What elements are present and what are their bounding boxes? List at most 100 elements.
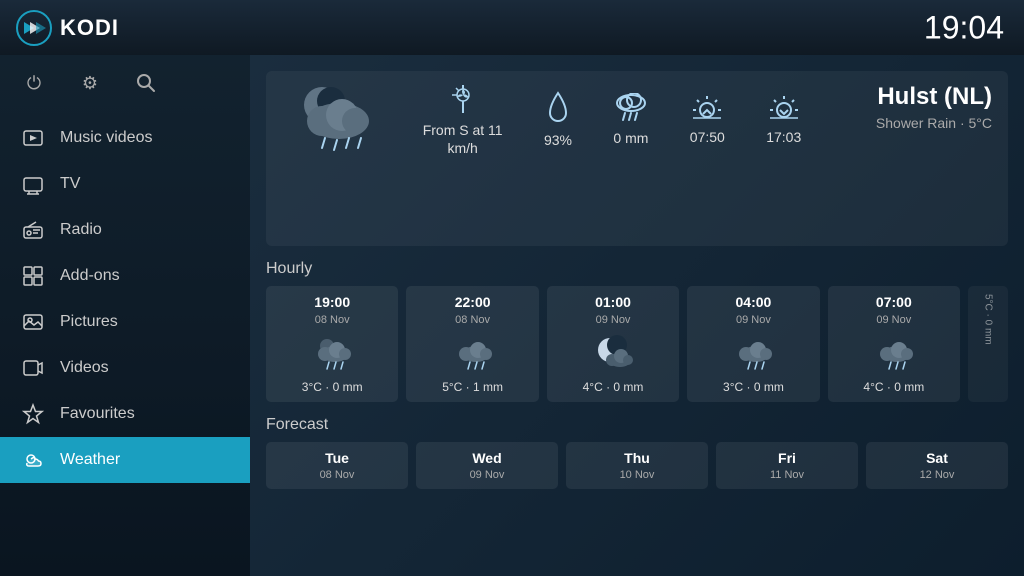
addons-icon: [20, 263, 46, 289]
addons-label: Add-ons: [60, 267, 120, 285]
sidebar-item-pictures[interactable]: Pictures: [0, 299, 250, 345]
hourly-temp-3: 3°C · 0 mm: [723, 380, 784, 394]
humidity-stat: 93%: [544, 91, 572, 149]
favourites-label: Favourites: [60, 405, 135, 423]
settings-button[interactable]: ⚙: [76, 69, 104, 97]
weather-label: Weather: [60, 451, 120, 469]
tv-label: TV: [60, 175, 80, 193]
wind-stat: From S at 11km/h: [423, 83, 503, 157]
sidebar-item-music-videos[interactable]: Music videos: [0, 115, 250, 161]
hourly-icon-0: [309, 334, 355, 372]
hourly-temp-0: 3°C · 0 mm: [302, 380, 363, 394]
forecast-card-4[interactable]: Sat 12 Nov: [866, 442, 1008, 489]
hourly-date-2: 09 Nov: [596, 314, 631, 326]
sunset-stat: 17:03: [766, 94, 801, 146]
sidebar-item-radio[interactable]: Radio: [0, 207, 250, 253]
tv-icon: [20, 171, 46, 197]
hourly-temp-5: 5°C · 0 mm: [983, 294, 994, 345]
hourly-card-1[interactable]: 22:00 08 Nov 5°C · 1 mm: [406, 286, 538, 402]
hourly-temp-2: 4°C · 0 mm: [583, 380, 644, 394]
sidebar-item-addons[interactable]: Add-ons: [0, 253, 250, 299]
humidity-value: 93%: [544, 131, 572, 149]
kodi-icon: [16, 10, 52, 46]
videos-icon: [20, 355, 46, 381]
current-weather-panel: From S at 11km/h 93% 0 mm: [266, 71, 1008, 246]
music-videos-label: Music videos: [60, 129, 152, 147]
weather-stats-row: From S at 11km/h 93% 0 mm: [392, 83, 832, 157]
forecast-day-0: Tue: [325, 450, 349, 466]
forecast-card-3[interactable]: Fri 11 Nov: [716, 442, 858, 489]
hourly-card-4[interactable]: 07:00 09 Nov 4°C · 0 mm: [828, 286, 960, 402]
radio-icon: [20, 217, 46, 243]
hourly-icon-3: [730, 334, 776, 372]
rain-stat: 0 mm: [613, 93, 648, 147]
rain-value: 0 mm: [613, 129, 648, 147]
wind-icon: [447, 83, 479, 115]
location-name: Hulst (NL): [832, 83, 992, 111]
hourly-time-2: 01:00: [595, 294, 631, 310]
power-button[interactable]: ⏻: [20, 69, 48, 97]
forecast-cards: Tue 08 Nov Wed 09 Nov Thu 10 Nov Fri 11 …: [266, 442, 1008, 489]
wind-value: From S at 11km/h: [423, 121, 503, 157]
hourly-time-0: 19:00: [314, 294, 350, 310]
sidebar-top-controls: ⏻ ⚙: [0, 55, 250, 111]
forecast-date-0: 08 Nov: [320, 469, 355, 481]
forecast-day-2: Thu: [624, 450, 650, 466]
hourly-temp-1: 5°C · 1 mm: [442, 380, 503, 394]
forecast-card-0[interactable]: Tue 08 Nov: [266, 442, 408, 489]
hourly-time-4: 07:00: [876, 294, 912, 310]
sunrise-icon: [690, 94, 724, 122]
sidebar-item-tv[interactable]: TV: [0, 161, 250, 207]
main-content: From S at 11km/h 93% 0 mm: [250, 55, 1024, 576]
weather-icon: [20, 447, 46, 473]
forecast-date-3: 11 Nov: [770, 469, 804, 481]
hourly-card-0[interactable]: 19:00 08 Nov 3°C · 0 mm: [266, 286, 398, 402]
weather-location: Hulst (NL) Shower Rain · 5°C: [832, 83, 992, 131]
favourites-icon: [20, 401, 46, 427]
forecast-card-1[interactable]: Wed 09 Nov: [416, 442, 558, 489]
hourly-icon-1: [450, 334, 496, 372]
clock-display: 19:04: [924, 9, 1004, 46]
forecast-card-2[interactable]: Thu 10 Nov: [566, 442, 708, 489]
kodi-logo: KODI: [16, 10, 119, 46]
forecast-day-4: Sat: [926, 450, 948, 466]
sunset-value: 17:03: [766, 128, 801, 146]
sidebar-item-weather[interactable]: Weather: [0, 437, 250, 483]
pictures-icon: [20, 309, 46, 335]
humidity-icon: [544, 91, 572, 125]
search-icon: [136, 73, 156, 93]
sidebar-item-favourites[interactable]: Favourites: [0, 391, 250, 437]
forecast-section: Forecast Tue 08 Nov Wed 09 Nov Thu 10 No…: [266, 416, 1008, 489]
pictures-label: Pictures: [60, 313, 118, 331]
forecast-day-1: Wed: [472, 450, 501, 466]
hourly-card-5[interactable]: 5°C · 0 mm: [968, 286, 1008, 402]
sidebar-item-videos[interactable]: Videos: [0, 345, 250, 391]
hourly-date-1: 08 Nov: [455, 314, 490, 326]
current-weather-icon: [282, 83, 392, 163]
sunset-icon: [767, 94, 801, 122]
hourly-card-3[interactable]: 04:00 09 Nov 3°C · 0 mm: [687, 286, 819, 402]
videos-label: Videos: [60, 359, 109, 377]
sunrise-stat: 07:50: [690, 94, 725, 146]
header: KODI 19:04: [0, 0, 1024, 55]
forecast-date-4: 12 Nov: [920, 469, 955, 481]
hourly-label: Hourly: [266, 260, 1008, 278]
shower-rain-icon: [287, 83, 387, 163]
forecast-day-3: Fri: [778, 450, 796, 466]
hourly-temp-4: 4°C · 0 mm: [863, 380, 924, 394]
forecast-label: Forecast: [266, 416, 1008, 434]
hourly-icon-2: [590, 334, 636, 372]
radio-label: Radio: [60, 221, 102, 239]
hourly-date-0: 08 Nov: [315, 314, 350, 326]
forecast-date-1: 09 Nov: [470, 469, 505, 481]
hourly-date-4: 09 Nov: [876, 314, 911, 326]
weather-description: Shower Rain · 5°C: [832, 115, 992, 131]
hourly-icon-4: [871, 334, 917, 372]
hourly-date-3: 09 Nov: [736, 314, 771, 326]
navigation-menu: Music videos TV: [0, 111, 250, 576]
rain-icon: [614, 93, 648, 123]
search-button[interactable]: [132, 69, 160, 97]
sidebar: ⏻ ⚙ Music videos: [0, 55, 250, 576]
hourly-cards: 19:00 08 Nov 3°C · 0 mm 22:00 08 Nov: [266, 286, 1008, 402]
hourly-card-2[interactable]: 01:00 09 Nov 4°C · 0 mm: [547, 286, 679, 402]
